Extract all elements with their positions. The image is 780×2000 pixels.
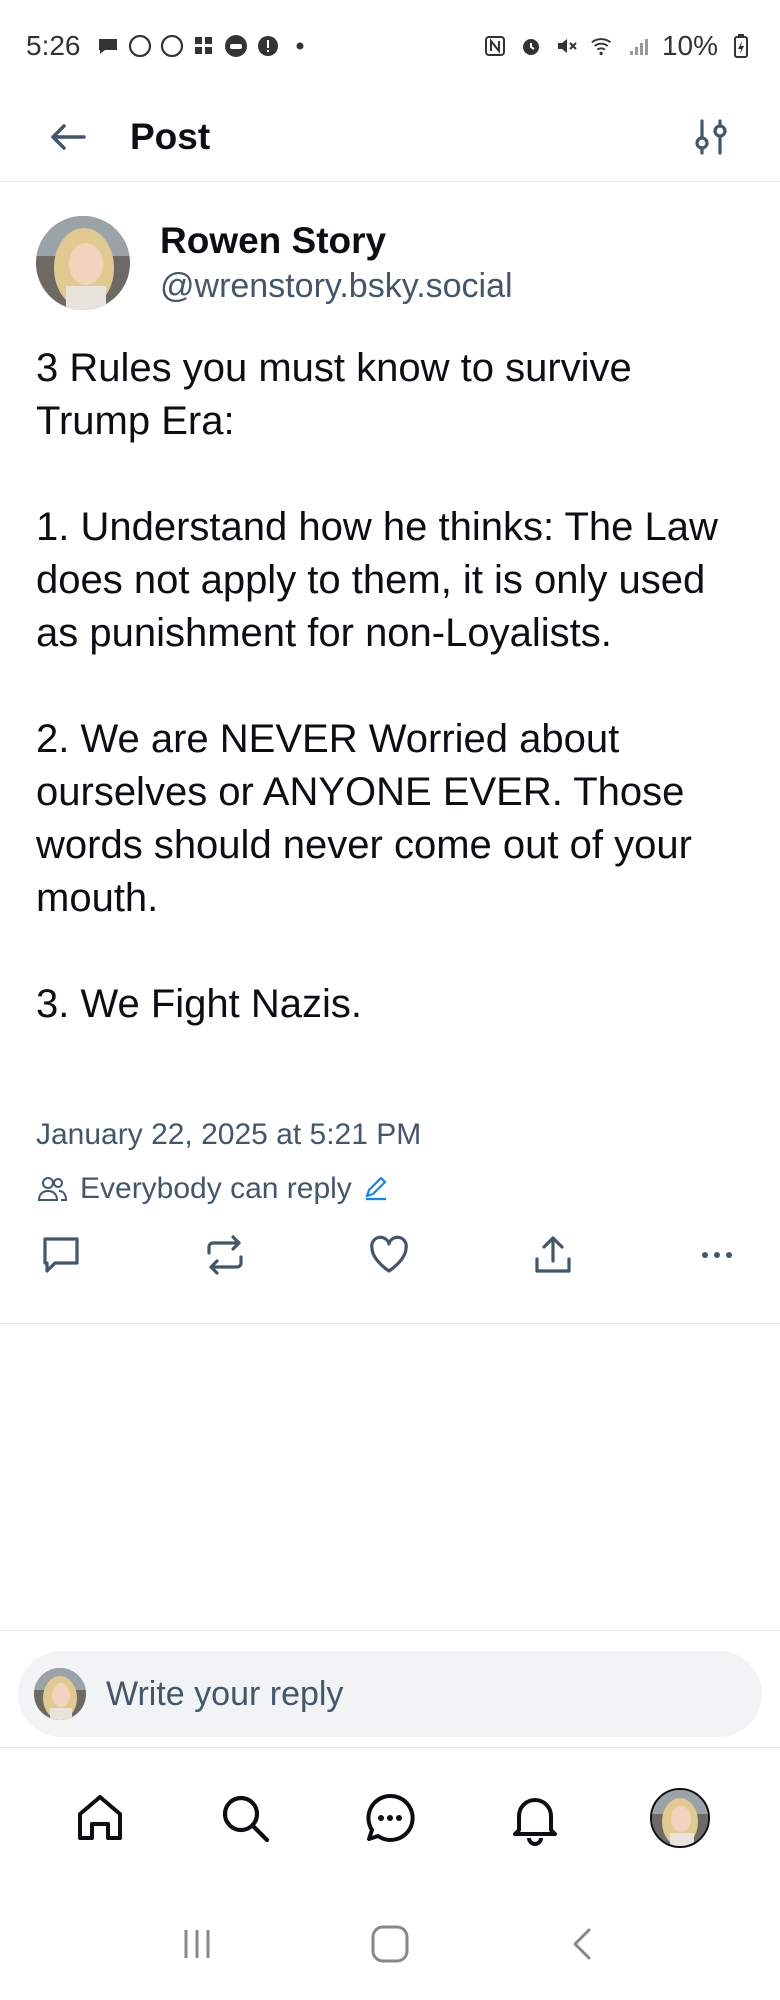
notifications-icon (512, 1798, 557, 1846)
nav-messages[interactable] (358, 1786, 422, 1850)
wifi-6e-icon (590, 33, 616, 59)
nav-home[interactable] (68, 1786, 132, 1850)
nav-search[interactable] (213, 1786, 277, 1850)
reply-button[interactable] (36, 1230, 86, 1280)
post-text: 3 Rules you must know to survive Trump E… (36, 342, 746, 1031)
alarm-icon (518, 33, 544, 59)
author-row[interactable]: Rowen Story @wrenstory.bsky.social (36, 216, 513, 310)
dot-icon (287, 33, 313, 59)
recents-icon (184, 1930, 210, 1958)
post-timestamp: January 22, 2025 at 5:21 PM (36, 1118, 422, 1151)
reply-permission: Everybody can reply (36, 1172, 392, 1206)
author-handle[interactable]: @wrenstory.bsky.social (160, 264, 513, 308)
page-title: Post (130, 115, 211, 157)
back-system-button[interactable] (553, 1914, 613, 1974)
status-left-icons (95, 33, 313, 59)
apps-icon (191, 33, 217, 59)
post-rule-1: 1. Understand how he thinks: The Law doe… (36, 505, 718, 655)
status-time: 5:26 (26, 30, 81, 61)
avatar[interactable] (36, 216, 130, 310)
nav-notifications[interactable] (503, 1786, 567, 1850)
signal-icon (626, 33, 652, 59)
more-icon (702, 1252, 732, 1258)
share-icon (535, 1236, 571, 1273)
post-rule-2: 2. We are NEVER Worried about ourselves … (36, 717, 692, 920)
sliders-icon (695, 118, 727, 155)
post-actions (36, 1230, 742, 1280)
messages-icon (366, 1793, 415, 1842)
recents-button[interactable] (167, 1914, 227, 1974)
author-text: Rowen Story @wrenstory.bsky.social (160, 218, 513, 308)
reply-icon (43, 1237, 79, 1273)
alert-icon (255, 33, 281, 59)
like-icon (370, 1235, 408, 1273)
arrow-left-icon (51, 123, 86, 150)
post-intro: 3 Rules you must know to survive Trump E… (36, 346, 632, 443)
status-right-icons: 10% (482, 30, 754, 62)
reply-composer-bar: Write your reply (0, 1630, 780, 1748)
bottom-nav (0, 1748, 780, 1888)
edit-pencil-icon[interactable] (362, 1174, 392, 1204)
home-icon (78, 1795, 123, 1840)
repost-icon (207, 1235, 243, 1275)
repost-button[interactable] (200, 1230, 250, 1280)
post: Rowen Story @wrenstory.bsky.social 3 Rul… (0, 182, 780, 1324)
more-button[interactable] (692, 1230, 742, 1280)
top-header: Post (0, 92, 780, 182)
system-nav-bar (0, 1888, 780, 2000)
mute-icon (554, 33, 580, 59)
back-chevron-icon (573, 1928, 591, 1960)
search-icon (223, 1795, 270, 1843)
reply-input[interactable]: Write your reply (18, 1651, 762, 1737)
profile-avatar (649, 1788, 710, 1848)
battery-percent: 10% (661, 30, 718, 61)
nav-profile[interactable] (648, 1786, 712, 1850)
chat-bubble-icon (95, 33, 121, 59)
home-system-button[interactable] (360, 1914, 420, 1974)
reply-permission-text: Everybody can reply (80, 1172, 352, 1205)
nfc-icon (482, 33, 508, 59)
status-bar: 5:26 10% (0, 0, 780, 92)
game-icon (223, 33, 249, 59)
reply-placeholder: Write your reply (106, 1674, 344, 1713)
circle-icon (127, 33, 153, 59)
battery-icon (728, 33, 754, 59)
share-button[interactable] (528, 1230, 578, 1280)
home-square-icon (371, 1925, 409, 1963)
author-name[interactable]: Rowen Story (160, 218, 513, 264)
like-button[interactable] (364, 1230, 414, 1280)
people-icon (36, 1172, 70, 1206)
thread-settings-button[interactable] (684, 109, 740, 165)
post-rule-3: 3. We Fight Nazis. (36, 982, 363, 1026)
avatar (34, 1668, 86, 1720)
circle-icon (159, 33, 185, 59)
back-button[interactable] (38, 107, 98, 167)
